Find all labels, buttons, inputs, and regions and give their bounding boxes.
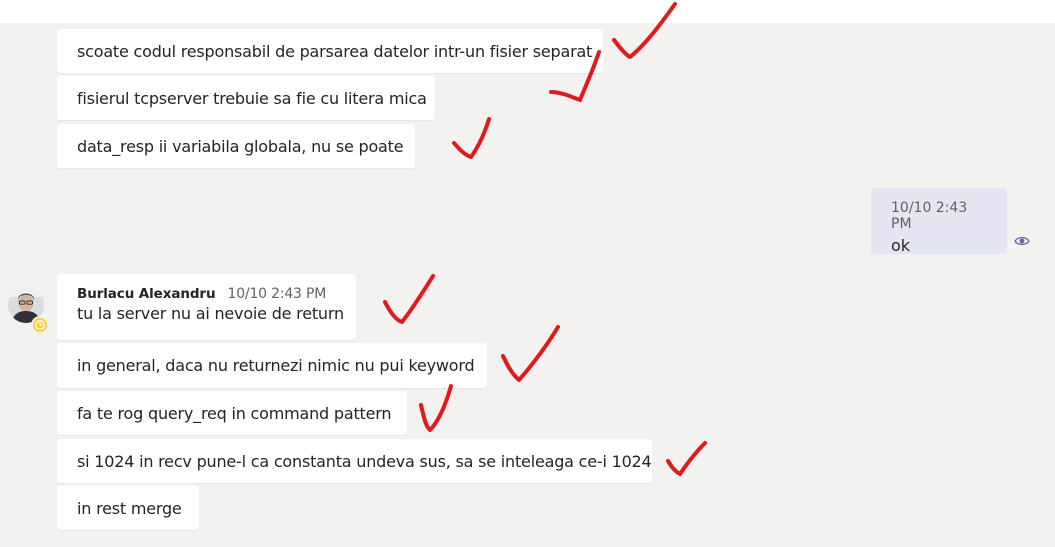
checkmark-icon: [452, 117, 491, 159]
checkmark-icon: [666, 441, 707, 476]
checkmark-icon: [501, 325, 560, 382]
annotations-layer: [383, 2, 707, 476]
checkmark-icon: [549, 50, 601, 102]
checkmark-icon: [419, 384, 453, 432]
checkmark-icon: [383, 274, 435, 324]
checkmark-icon: [612, 2, 677, 59]
